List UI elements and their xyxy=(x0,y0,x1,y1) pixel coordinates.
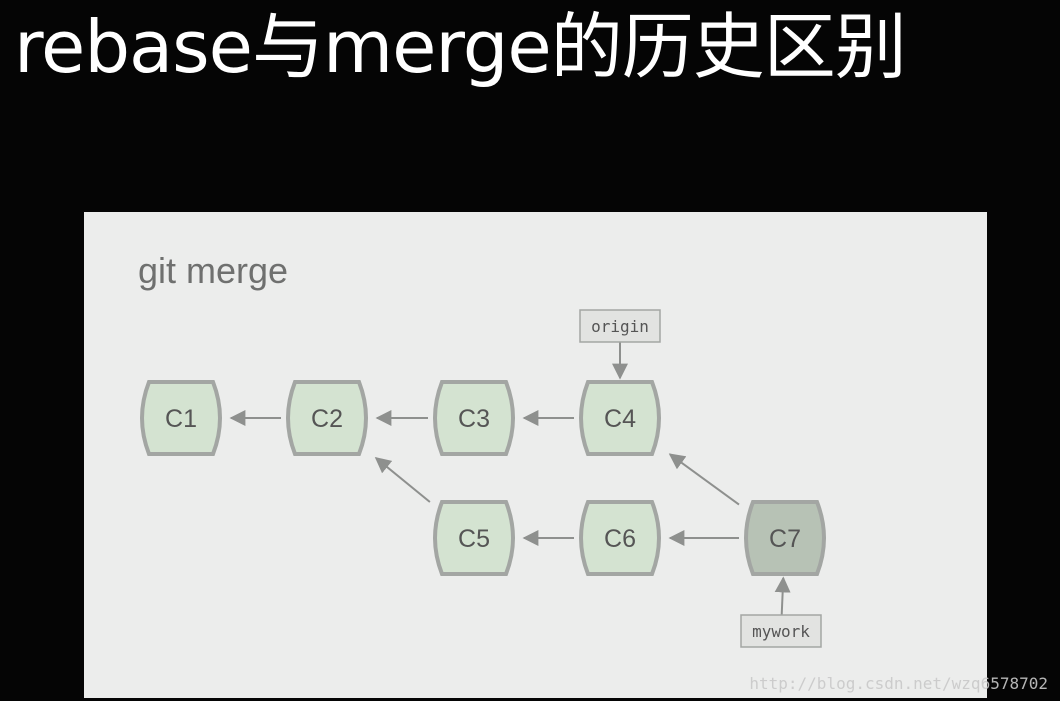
commit-node-c4: C4 xyxy=(579,380,661,456)
commit-node-c2: C2 xyxy=(286,380,368,456)
slide-title: rebase与merge的历史区别 xyxy=(14,5,907,89)
diagram-panel: git merge C1 C2 C3 C4 C5 C6 C7 origin mywork xyxy=(84,212,987,698)
commit-node-c6: C6 xyxy=(579,500,661,576)
ref-label-origin: origin xyxy=(579,309,661,343)
edge-c5-to-c2 xyxy=(374,456,431,503)
commit-node-c3: C3 xyxy=(433,380,515,456)
ref-label-mywork: mywork xyxy=(740,614,822,648)
edge-c7-to-c4 xyxy=(668,453,740,506)
commit-graph: C1 C2 C3 C4 C5 C6 C7 origin mywork xyxy=(140,309,826,648)
edge-mywork-to-c7 xyxy=(774,576,791,616)
commit-node-c1: C1 xyxy=(140,380,222,456)
commit-node-c5: C5 xyxy=(433,500,515,576)
commit-node-c7: C7 xyxy=(744,500,826,576)
watermark: http://blog.csdn.net/wzq6578702 xyxy=(749,674,1048,693)
